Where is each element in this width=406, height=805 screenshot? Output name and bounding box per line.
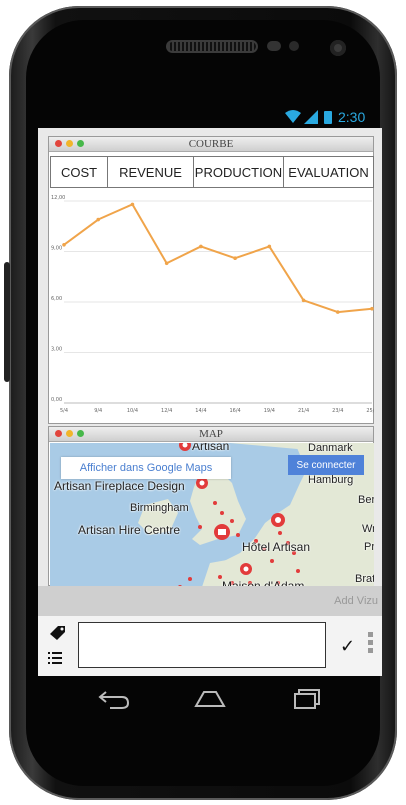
tag-icon[interactable] [48,624,66,640]
x-tick-label: 14/4 [195,408,206,414]
x-tick-label: 12/4 [161,408,172,414]
tab-production[interactable]: PRODUCTION [193,156,284,188]
map-label-berlin: Berli [358,494,374,506]
home-icon[interactable] [192,686,228,712]
map-titlebar: MAP [49,427,373,442]
message-input[interactable] [78,622,326,668]
y-tick-label: 0,00 [51,397,62,403]
x-tick-label: 10/4 [127,408,138,414]
recents-icon[interactable] [290,686,326,712]
data-point [335,310,340,314]
data-point [199,244,203,249]
x-tick-label: 23/4 [332,408,343,414]
tab-evaluation[interactable]: EVALUATION [283,156,374,188]
map-panel: MAP Artisan Danmark Hamburg Ber Artisan … [48,426,374,593]
add-vizu-bar: Add Vizu [38,586,382,616]
series-line [63,203,373,314]
open-google-maps-button[interactable]: Afficher dans Google Maps [61,457,231,479]
battery-icon [324,111,332,124]
y-tick-label: 12,00 [51,195,65,201]
x-tick-label: 21/4 [298,408,309,414]
tab-revenue[interactable]: REVENUE [107,156,194,188]
data-point [130,202,135,207]
courbe-tabs: COST REVENUE PRODUCTION EVALUATION [50,156,374,188]
map-title: MAP [199,428,223,440]
data-point [370,306,374,311]
y-tick-label: 6,00 [51,296,62,302]
wifi-icon [285,110,301,123]
front-camera [330,40,346,56]
data-point [267,244,272,249]
map-label-pr: Pr [364,541,374,553]
sign-in-button[interactable]: Se connecter [288,455,364,475]
compose-bar: ✓ [38,616,382,676]
map-label-fireplace: Artisan Fireplace Design [54,479,185,493]
x-tick-label: 9/4 [94,408,102,414]
status-bar: 2:30 [38,108,382,128]
back-icon[interactable] [96,686,132,712]
check-icon[interactable]: ✓ [340,636,355,657]
map-view[interactable]: Artisan Danmark Hamburg Berli Artisan Fi… [50,443,374,593]
x-tick-label: 5/4 [60,408,68,414]
map-label-hire-centre: Artisan Hire Centre [78,523,181,537]
list-icon[interactable] [48,652,62,664]
volume-button [4,262,10,382]
proximity-sensor [267,41,281,51]
map-label-brat: Brat [355,573,374,585]
line-chart: 12,00 9,00 6,00 3,00 0,00 5/4 9/4 10/4 12/4 14/4 1… [51,195,374,414]
android-nav-bar [38,676,382,722]
more-vert-icon[interactable] [368,632,373,654]
x-tick-label: 16/4 [229,408,240,414]
data-point [62,242,66,247]
light-sensor [289,41,299,51]
data-point [96,217,101,222]
map-label-denmark: Danmark [308,443,353,454]
data-point [164,261,169,266]
map-label-birmingham: Birmingham [130,502,189,514]
map-label-hamburg: Hamburg [308,474,354,486]
map-label-wr: Wr [362,523,374,535]
y-tick-label: 3,00 [51,347,62,353]
map-label-artisan-top: Artisan [192,443,230,453]
add-vizu-button[interactable]: Add Vizu [334,595,378,607]
courbe-titlebar: COURBE [49,137,373,152]
map-label-hotel-artisan: Hôtel Artisan [242,540,311,554]
x-tick-label: 25/4 [366,408,374,414]
tab-cost[interactable]: COST [50,156,108,188]
status-time: 2:30 [338,109,366,125]
signal-icon [304,110,318,124]
x-tick-label: 19/4 [264,408,275,414]
earpiece-speaker [166,40,258,53]
data-point [301,298,306,303]
data-point [233,256,237,261]
y-tick-label: 9,00 [51,246,62,252]
courbe-panel: COURBE COST REVENUE PRODUCTION EVALUATIO… [48,136,374,424]
app-screen: COURBE COST REVENUE PRODUCTION EVALUATIO… [38,128,382,676]
courbe-title: COURBE [188,138,234,150]
